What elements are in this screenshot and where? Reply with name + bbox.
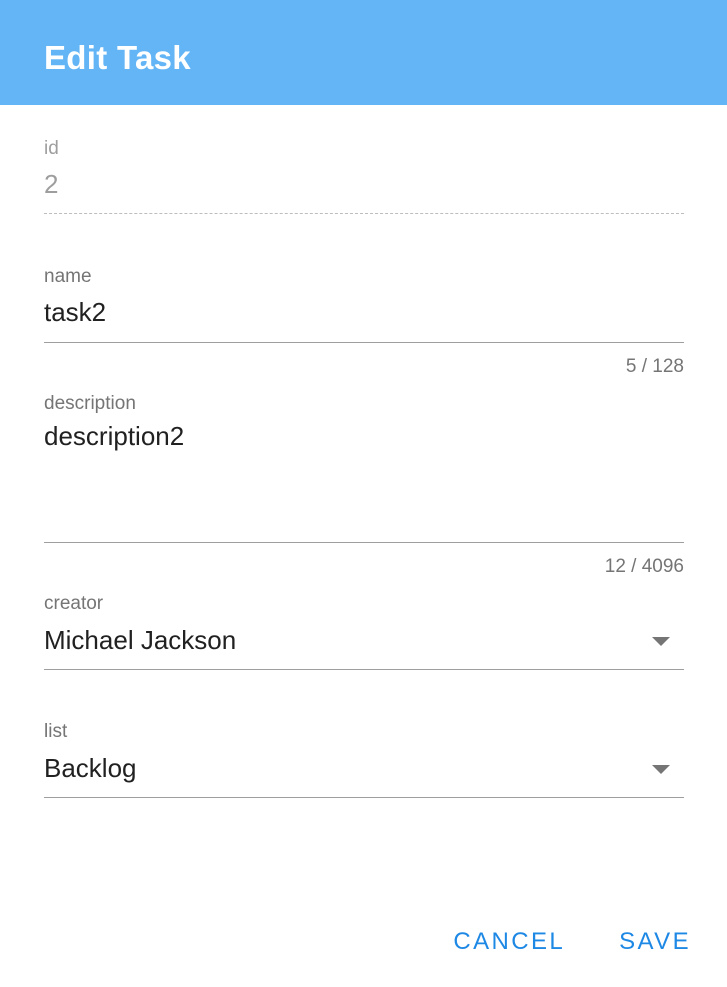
list-select[interactable]: list Backlog [44,721,684,801]
id-field-value: 2 [44,169,59,199]
save-button[interactable]: SAVE [619,925,691,959]
dialog-title: Edit Task [44,39,191,76]
id-field-label: id [44,138,59,159]
dialog-header: Edit Task [0,0,727,105]
name-input[interactable]: task2 [44,296,106,328]
creator-field-label: creator [44,593,104,614]
edit-task-dialog: Edit Task id 2 name task2 5 / 128 descri… [0,0,727,987]
name-field[interactable]: name task2 5 / 128 [44,266,684,386]
creator-field-underline [44,669,684,670]
cancel-button[interactable]: CANCEL [453,925,565,959]
description-field[interactable]: description description2 12 / 4096 [44,393,684,583]
name-char-counter: 5 / 128 [625,356,684,377]
list-selected-value[interactable]: Backlog [44,752,137,784]
list-field-underline [44,797,684,798]
list-field-label: list [44,721,68,742]
description-char-counter: 12 / 4096 [604,556,684,577]
chevron-down-icon[interactable] [652,637,670,646]
description-field-label: description [44,393,136,414]
name-field-underline [44,342,684,343]
creator-select[interactable]: creator Michael Jackson [44,593,684,673]
description-textarea[interactable]: description2 [44,420,184,452]
id-field-underline [44,213,684,214]
description-field-underline [44,542,684,543]
creator-selected-value[interactable]: Michael Jackson [44,624,236,656]
name-field-label: name [44,266,92,287]
dialog-actions: CANCEL SAVE [453,925,691,959]
chevron-down-icon[interactable] [652,765,670,774]
id-field: id 2 [44,138,684,218]
